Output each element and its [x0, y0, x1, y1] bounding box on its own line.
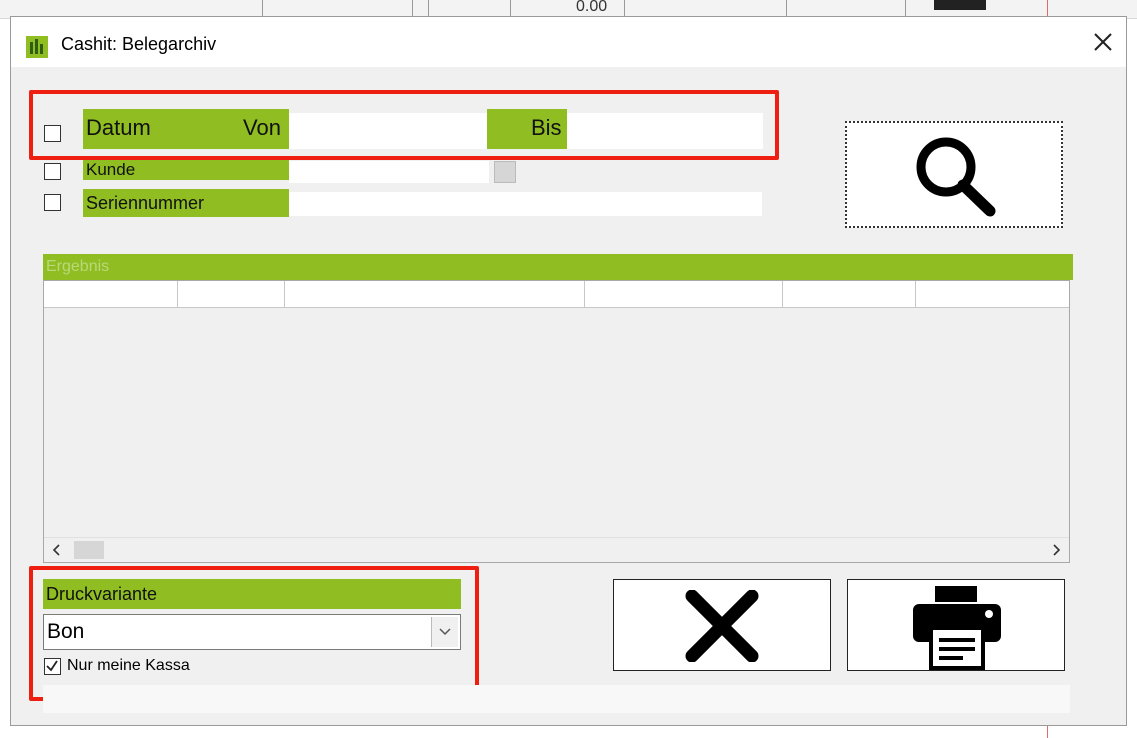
results-header: Ergebnis — [43, 254, 1073, 280]
search-icon — [916, 137, 996, 217]
results-column-header-row — [44, 281, 1069, 308]
results-column[interactable] — [178, 281, 285, 307]
seriennummer-label: Seriennummer — [83, 189, 289, 217]
close-icon[interactable] — [1090, 29, 1116, 55]
highlight-date-filter — [29, 90, 779, 160]
arrow-right-icon[interactable] — [1049, 543, 1063, 557]
highlight-print-options — [29, 566, 479, 701]
window-title: Cashit: Belegarchiv — [61, 34, 217, 54]
kunde-checkbox[interactable] — [44, 163, 61, 180]
search-button[interactable] — [845, 121, 1063, 228]
horizontal-scrollbar[interactable] — [44, 537, 1069, 562]
results-column[interactable] — [44, 281, 178, 307]
results-table[interactable] — [43, 280, 1070, 563]
kunde-input[interactable] — [289, 161, 489, 183]
status-bar — [43, 685, 1070, 713]
background-icon — [934, 0, 986, 10]
printer-icon — [913, 586, 1001, 670]
kunde-lookup-button[interactable] — [494, 161, 516, 183]
results-column[interactable] — [585, 281, 783, 307]
seriennummer-checkbox[interactable] — [44, 194, 61, 211]
app-icon — [26, 36, 48, 58]
background-amount: 0.00 — [576, 0, 608, 15]
arrow-left-icon[interactable] — [50, 543, 64, 557]
results-column[interactable] — [285, 281, 585, 307]
belegarchiv-dialog: Cashit: Belegarchiv Datum Von Bis Kunde … — [10, 16, 1127, 726]
cancel-button[interactable] — [613, 579, 831, 671]
title-bar: Cashit: Belegarchiv — [11, 17, 1126, 67]
seriennummer-input[interactable] — [289, 192, 762, 216]
scrollbar-thumb[interactable] — [74, 541, 104, 559]
cancel-x-icon — [685, 590, 759, 662]
results-column[interactable] — [783, 281, 916, 307]
kunde-label: Kunde — [83, 160, 289, 180]
print-button[interactable] — [847, 579, 1065, 671]
results-column[interactable] — [916, 281, 1069, 307]
